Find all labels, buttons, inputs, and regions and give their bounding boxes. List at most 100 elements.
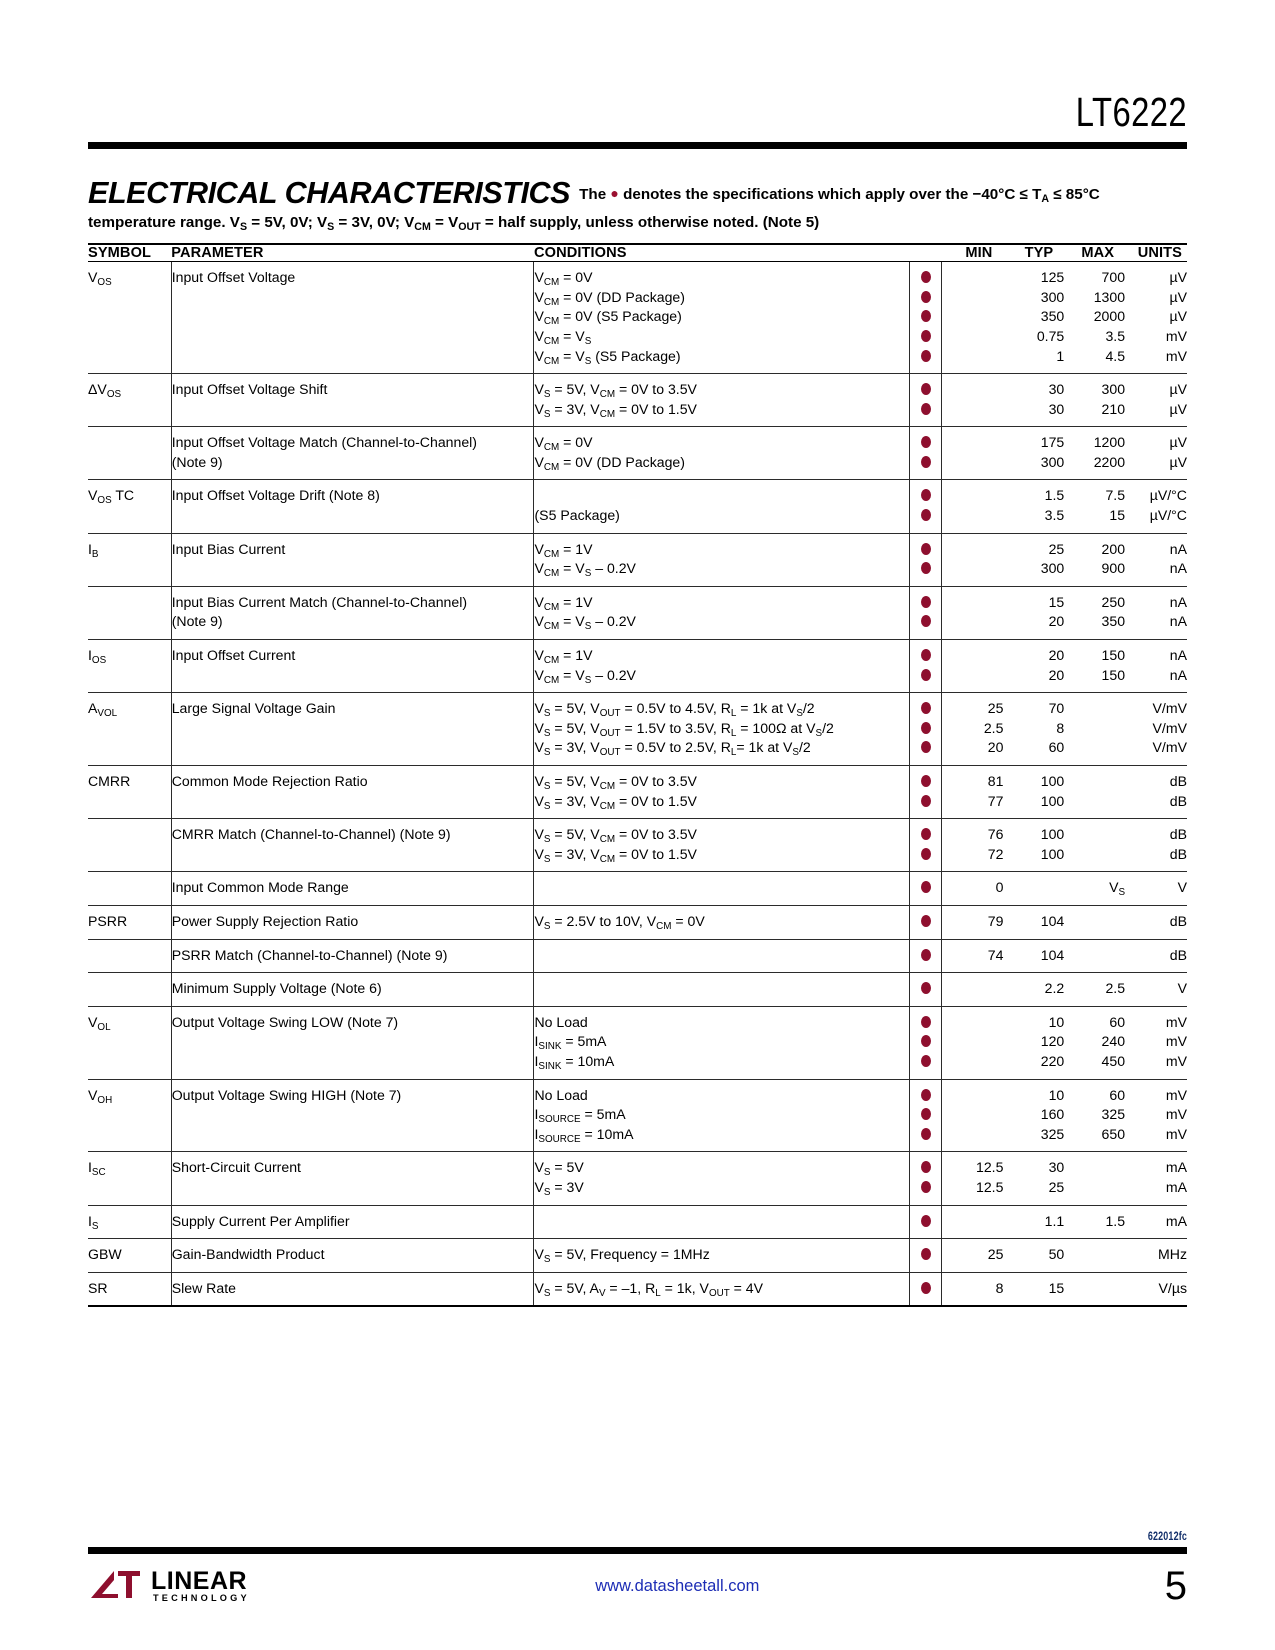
spec-bullet-icon [910, 912, 941, 932]
table-row: Input Offset Voltage Match (Channel-to-C… [88, 426, 1187, 480]
spec-bullet-icon [910, 593, 941, 613]
cell-parameter: Input Offset Voltage Drift (Note 8) [171, 479, 535, 534]
bullet-icon: ● [610, 185, 619, 201]
col-header-symbol: SYMBOL [88, 243, 172, 263]
table-row: GBW Gain-Bandwidth Product VS = 5V, Freque… [88, 1238, 1187, 1273]
cell-typ: 30 25 [1003, 1151, 1065, 1206]
cell-bullets [909, 692, 943, 766]
cell-max: 60 325 650 [1064, 1078, 1126, 1152]
cell-units: nA nA [1125, 585, 1187, 640]
table-row: CMRR Match (Channel-to-Channel) (Note 9)… [88, 818, 1187, 872]
col-header-typ: TYP [1003, 243, 1065, 263]
table-row: SR Slew Rate VS = 5V, AV = –1, RL = 1k, VO… [88, 1271, 1187, 1306]
electrical-characteristics-table: SYMBOL PARAMETER CONDITIONS MIN TYP MAX … [88, 243, 1187, 1306]
cell-parameter: CMRR Match (Channel-to-Channel) (Note 9) [171, 818, 535, 872]
cell-typ: 10 160 325 [1003, 1078, 1065, 1152]
table-row: VOS Input Offset Voltage VCM = 0V VCM = 0… [88, 261, 1187, 374]
cell-min [941, 261, 1004, 374]
spec-bullet-icon [910, 646, 941, 666]
cell-units: dB [1125, 938, 1187, 973]
cell-bullets [909, 972, 943, 1007]
section-note-line1: The ● denotes the specifications which a… [579, 185, 1100, 205]
cell-bullets [909, 1005, 943, 1080]
cell-symbol: VOS [88, 261, 172, 374]
cell-typ: 100 100 [1003, 818, 1065, 872]
footer-rule [88, 1547, 1187, 1554]
spec-bullet-icon [910, 1032, 941, 1052]
table-header-row: SYMBOL PARAMETER CONDITIONS MIN TYP MAX … [88, 243, 1187, 263]
spec-bullet-icon [910, 307, 941, 327]
spec-bullet-icon [910, 699, 941, 719]
cell-parameter: Input Offset Voltage Shift [171, 373, 535, 427]
table-row: ΔVOS Input Offset Voltage Shift VS = 5V,… [88, 373, 1187, 427]
cell-conditions: VS = 5V, Frequency = 1MHz [533, 1238, 911, 1273]
cell-typ: 10 120 220 [1003, 1005, 1065, 1080]
cell-max: VS [1064, 871, 1126, 906]
cell-min [941, 1078, 1004, 1152]
spec-bullet-icon [910, 825, 941, 845]
cell-typ: 104 [1003, 904, 1065, 940]
spec-bullet-icon [910, 268, 941, 288]
table-row: Input Common Mode Range 0 VS V [88, 871, 1187, 906]
spec-bullet-icon [910, 1086, 941, 1106]
cell-max: 2.5 [1064, 972, 1126, 1007]
cell-units: µV/°C µV/°C [1125, 479, 1187, 534]
cell-parameter: Large Signal Voltage Gain [171, 692, 535, 766]
cell-min: 12.5 12.5 [941, 1151, 1004, 1206]
cell-min: 8 [941, 1271, 1004, 1306]
cell-max: 60 240 450 [1064, 1005, 1126, 1080]
cell-parameter: Minimum Supply Voltage (Note 6) [171, 972, 535, 1007]
cell-units: MHz [1125, 1238, 1187, 1273]
cell-max: 150 150 [1064, 639, 1126, 693]
cell-typ: 50 [1003, 1238, 1065, 1273]
table-row: IB Input Bias Current VCM = 1V VCM = VS –… [88, 532, 1187, 587]
cell-symbol: IB [88, 532, 172, 587]
cell-bullets [909, 532, 943, 587]
cell-max [1064, 818, 1126, 872]
table-row: Input Bias Current Match (Channel-to-Cha… [88, 585, 1187, 640]
cell-units: nA nA [1125, 639, 1187, 693]
cell-conditions: VCM = 0V VCM = 0V (DD Package) VCM = 0V (S… [533, 261, 911, 374]
cell-symbol: ΔVOS [88, 373, 172, 427]
cell-units: V/µs [1125, 1271, 1187, 1306]
page-number: 5 [1164, 1564, 1187, 1608]
cell-max: 700 1300 2000 3.5 4.5 [1064, 261, 1126, 374]
cell-typ [1003, 871, 1065, 906]
spec-bullet-icon [910, 845, 941, 865]
section-heading: ELECTRICAL CHARACTERISTICS The ● denotes … [88, 175, 1187, 234]
cell-units: V [1125, 871, 1187, 906]
cell-symbol: VOL [88, 1005, 172, 1080]
cell-conditions: No Load ISINK = 5mA ISINK = 10mA [533, 1005, 911, 1080]
spec-bullet-icon [910, 1178, 941, 1198]
cell-max [1064, 1271, 1126, 1306]
cell-min [941, 1005, 1004, 1080]
linear-logo-icon [88, 1568, 144, 1604]
spec-bullet-icon [910, 559, 941, 579]
spec-bullet-icon [910, 666, 941, 686]
cell-typ: 104 [1003, 938, 1065, 973]
table-bottom-rule [88, 1305, 1187, 1308]
cell-min [941, 585, 1004, 640]
spec-bullet-icon [910, 979, 941, 999]
cell-units: µV µV [1125, 426, 1187, 480]
cell-min: 76 72 [941, 818, 1004, 872]
cell-symbol: AVOL [88, 692, 172, 766]
footer-url-link[interactable]: www.datasheetall.com [190, 1577, 1165, 1596]
cell-max [1064, 1151, 1126, 1206]
table-row: ISC Short-Circuit Current VS = 5V VS = 3V… [88, 1151, 1187, 1206]
section-note-line2: temperature range. VS = 5V, 0V; VS = 3V,… [88, 214, 820, 234]
cell-min: 74 [941, 938, 1004, 973]
cell-parameter: Common Mode Rejection Ratio [171, 765, 535, 819]
cell-conditions: VS = 5V, AV = –1, RL = 1k, VOUT = 4V [533, 1271, 911, 1306]
cell-symbol [88, 585, 172, 640]
cell-max: 250 350 [1064, 585, 1126, 640]
cell-symbol [88, 818, 172, 872]
cell-parameter: Slew Rate [171, 1271, 535, 1306]
cell-units: µV µV [1125, 373, 1187, 427]
cell-conditions [533, 1204, 911, 1239]
cell-symbol: PSRR [88, 904, 172, 940]
cell-bullets [909, 479, 943, 534]
spec-bullet-icon [910, 433, 941, 453]
header-rule [88, 142, 1187, 149]
spec-bullet-icon [910, 878, 941, 898]
